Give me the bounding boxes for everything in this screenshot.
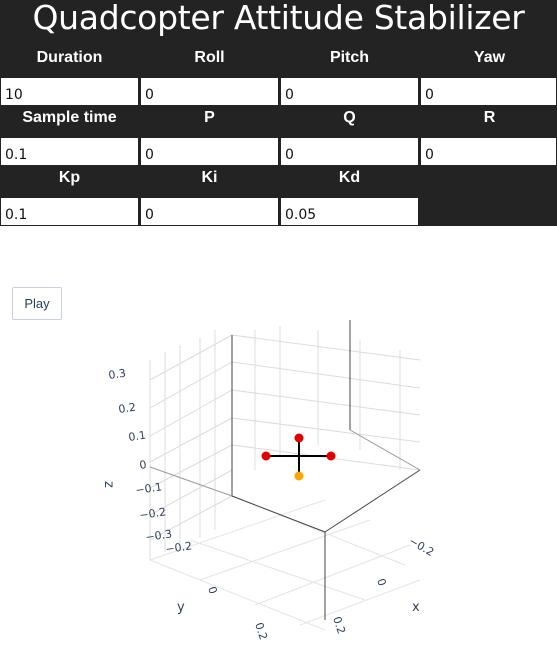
- yaw-input[interactable]: [420, 77, 557, 106]
- z-tick-label: 0: [139, 458, 148, 472]
- z-tick-label: 0.1: [128, 429, 147, 444]
- duration-label: Duration: [36, 49, 103, 66]
- roll-label: Roll: [194, 49, 225, 66]
- x-tick-label: 0.2: [330, 615, 348, 636]
- q-label: Q: [343, 109, 356, 126]
- y-tick-label: 0: [205, 585, 220, 596]
- right-wall-grid: [231, 326, 421, 471]
- control-panel: Quadcopter Attitude Stabilizer Duration …: [0, 0, 557, 226]
- rotor-marker: [294, 433, 304, 443]
- y-tick-label: −0.2: [165, 539, 193, 556]
- r-label: R: [483, 109, 496, 126]
- kd-input[interactable]: [280, 197, 419, 226]
- roll-input[interactable]: [140, 77, 279, 106]
- z-tick-label: 0.2: [118, 401, 137, 416]
- z-tick-label: −0.2: [139, 505, 167, 522]
- p-input[interactable]: [140, 137, 279, 166]
- z-axis-title: z: [101, 481, 116, 488]
- left-wall-grid: [149, 330, 233, 560]
- quadcopter-model: [261, 433, 336, 481]
- axis-edges: [149, 320, 421, 620]
- pitch-label: Pitch: [329, 49, 370, 66]
- duration-input[interactable]: [0, 77, 139, 106]
- x-tick-label: −0.2: [407, 534, 437, 559]
- 3d-plot[interactable]: 0.3 0.2 0.1 0 −0.1 −0.2 −0.3 z −0.2 0 0.…: [0, 226, 557, 651]
- z-tick-label: 0.3: [108, 367, 127, 382]
- bottom-marker: [294, 471, 304, 481]
- yaw-label: Yaw: [473, 49, 506, 66]
- kd-label: Kd: [338, 169, 361, 186]
- ki-input[interactable]: [140, 197, 279, 226]
- r-input[interactable]: [420, 137, 557, 166]
- rotor-marker: [326, 451, 336, 461]
- q-input[interactable]: [280, 137, 419, 166]
- sample-time-label: Sample time: [22, 109, 117, 126]
- pitch-input[interactable]: [280, 77, 419, 106]
- kp-input[interactable]: [0, 197, 139, 226]
- p-label: P: [204, 109, 215, 126]
- rotor-marker: [261, 451, 271, 461]
- y-tick-label: 0.2: [252, 621, 270, 642]
- x-tick-label: 0: [374, 577, 389, 588]
- sample-time-input[interactable]: [0, 137, 139, 166]
- z-tick-label: −0.3: [145, 527, 173, 544]
- app-title: Quadcopter Attitude Stabilizer: [32, 0, 525, 37]
- kp-label: Kp: [58, 169, 81, 186]
- z-tick-label: −0.1: [135, 480, 163, 497]
- ki-label: Ki: [201, 169, 218, 186]
- x-axis-title: x: [412, 600, 420, 615]
- y-axis-title: y: [177, 600, 185, 615]
